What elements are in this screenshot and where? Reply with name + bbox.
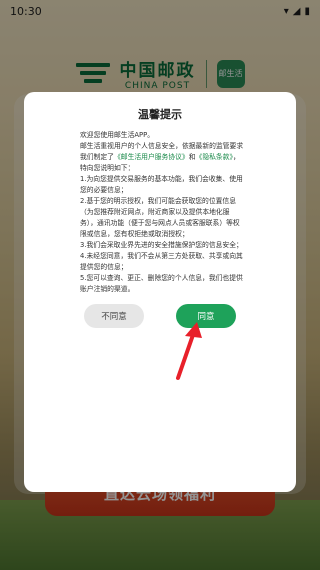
privacy-dialog: 温馨提示 欢迎您使用邮生活APP。 邮生活重视用户的个人信息安全，依据最新的监管… bbox=[24, 92, 296, 492]
dialog-item-4: 4.未经您同意，我们不会从第三方处获取、共享或向其提供您的信息； bbox=[80, 252, 243, 271]
status-time: 10:30 bbox=[10, 4, 42, 18]
dialog-title: 温馨提示 bbox=[138, 108, 182, 121]
annotation-arrow-icon bbox=[176, 322, 202, 380]
dialog-item-2: 2.基于您的明示授权，我们可能会获取您的位置信息（为您推荐附近网点，附近商家以及… bbox=[80, 197, 240, 238]
user-agreement-link[interactable]: 《邮生活用户服务协议》 bbox=[114, 153, 189, 161]
dialog-body: 欢迎您使用邮生活APP。 邮生活重视用户的个人信息安全，依据最新的监管要求我们制… bbox=[40, 130, 280, 295]
status-icons: ▾ ◢ ▮ bbox=[284, 6, 310, 17]
dialog-intro: 欢迎您使用邮生活APP。 bbox=[80, 131, 155, 139]
wifi-icon: ▾ bbox=[283, 5, 289, 17]
battery-icon: ▮ bbox=[304, 5, 310, 17]
dialog-paragraph: 邮生活重视用户的个人信息安全，依据最新的监管要求我们制定了《邮生活用户服务协议》… bbox=[80, 141, 244, 174]
dialog-buttons: 不同意 同意 bbox=[24, 304, 296, 328]
dialog-item-1: 1.为向您提供交易服务的基本功能，我们会收集、使用您的必要信息； bbox=[80, 175, 243, 194]
dialog-text: 和 bbox=[188, 153, 196, 161]
signal-icon: ◢ bbox=[292, 5, 301, 17]
dialog-item-5: 5.您可以查询、更正、删除您的个人信息，我们也提供账户注销的渠道。 bbox=[80, 274, 243, 293]
dialog-item-3: 3.我们会采取业界先进的安全措施保护您的信息安全； bbox=[80, 241, 243, 249]
disagree-button[interactable]: 不同意 bbox=[84, 304, 144, 328]
privacy-policy-link[interactable]: 《隐私条款》 bbox=[196, 153, 233, 161]
status-bar: 10:30 ▾ ◢ ▮ bbox=[0, 0, 320, 22]
